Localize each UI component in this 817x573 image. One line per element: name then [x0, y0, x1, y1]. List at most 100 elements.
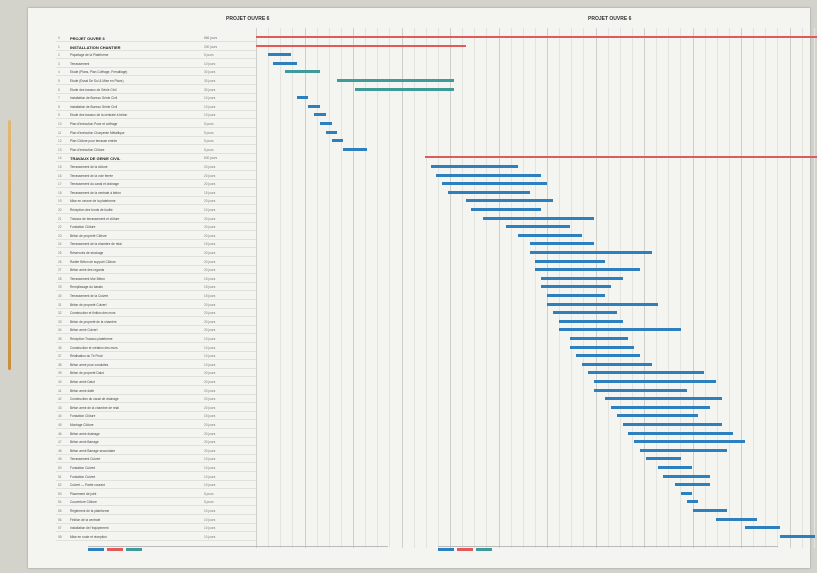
- task-row[interactable]: 51 Fondation Culvert 10 jours: [56, 473, 256, 481]
- task-row[interactable]: 35 Réception Travaux plateforme 10 jours: [56, 335, 256, 343]
- task-bar[interactable]: [547, 294, 606, 297]
- task-row[interactable]: 20 Réception des fonds de fouille 10 jours: [56, 206, 256, 214]
- task-row[interactable]: 54 Couverture Clôture 5 jours: [56, 498, 256, 507]
- task-bar[interactable]: [622, 423, 722, 426]
- task-bar[interactable]: [267, 53, 291, 57]
- task-bar[interactable]: [442, 182, 547, 186]
- task-bar[interactable]: [628, 431, 734, 435]
- task-bar[interactable]: [535, 268, 641, 272]
- task-row[interactable]: 40 Béton armé Dalot 20 jours: [56, 378, 256, 386]
- task-bar[interactable]: [296, 96, 309, 100]
- task-row[interactable]: 55 Réglement de la plateforme 10 jours: [56, 507, 256, 515]
- task-bar[interactable]: [715, 517, 757, 521]
- task-row[interactable]: 38 Béton armé pour conduites 10 jours: [56, 361, 256, 369]
- task-row[interactable]: 58 Mise en route et réception 10 jours: [56, 533, 256, 541]
- task-row[interactable]: 39 Béton de propreté Dalot 20 jours: [56, 369, 256, 378]
- task-bar[interactable]: [570, 345, 635, 349]
- task-bar[interactable]: [430, 165, 518, 168]
- task-bar[interactable]: [616, 414, 699, 418]
- task-bar[interactable]: [744, 526, 780, 530]
- task-row[interactable]: 10 Plan d'exécution Pose et coffrage 5 jou…: [56, 120, 256, 128]
- task-row[interactable]: 50 Fondation Culvert 10 jours: [56, 464, 256, 472]
- task-bar[interactable]: [535, 259, 606, 263]
- task-row[interactable]: 42 Construction du canal de drainage 20 jo…: [56, 395, 256, 404]
- task-bar[interactable]: [686, 500, 699, 504]
- task-bar[interactable]: [325, 130, 338, 134]
- task-row[interactable]: 53 Placement de joint 5 jours: [56, 490, 256, 498]
- task-bar[interactable]: [314, 113, 326, 117]
- task-bar[interactable]: [343, 147, 367, 151]
- task-bar[interactable]: [657, 466, 693, 469]
- task-row[interactable]: 23 Béton de propreté Clôture 20 jours: [56, 232, 256, 240]
- task-bar[interactable]: [448, 190, 530, 194]
- task-bar[interactable]: [354, 87, 454, 91]
- task-bar[interactable]: [529, 251, 652, 254]
- task-row[interactable]: 43 Béton armé de la chambre de relai 20 jo…: [56, 404, 256, 412]
- task-row[interactable]: 1 INSTALLATION CHANTIER 200 jours: [56, 43, 256, 51]
- task-bar[interactable]: [320, 122, 332, 125]
- task-bar[interactable]: [547, 302, 658, 306]
- task-bar[interactable]: [308, 104, 320, 108]
- task-row[interactable]: 22 Fondation Clôture 20 jours: [56, 223, 256, 232]
- task-bar[interactable]: [331, 139, 344, 143]
- task-row[interactable]: 13 Plan d'exécution Clôture 5 jours: [56, 146, 256, 154]
- task-row[interactable]: 29 Remplissage du bassin 15 jours: [56, 283, 256, 292]
- task-bar[interactable]: [663, 474, 710, 478]
- task-row[interactable]: 30 Terrassement de la Culvert 15 jours: [56, 292, 256, 300]
- task-bar[interactable]: [605, 397, 722, 401]
- task-row[interactable]: 45 Montage Clôture 20 jours: [56, 421, 256, 429]
- task-row[interactable]: 52 Culvert — Partie courant 10 jours: [56, 481, 256, 490]
- task-bar[interactable]: [581, 362, 652, 366]
- task-row[interactable]: 28 Terrassement Mur Béton 15 jours: [56, 275, 256, 283]
- task-row[interactable]: 21 Travaux de terrassement et clôture 20 j…: [56, 215, 256, 223]
- task-row[interactable]: 9 Etude des travaux de la centrale à béto…: [56, 111, 256, 120]
- task-bar[interactable]: [541, 276, 623, 280]
- task-row[interactable]: 24 Terrassement de la chambre de relai 15 …: [56, 240, 256, 249]
- task-bar[interactable]: [611, 405, 710, 409]
- task-row[interactable]: 3 Terrassement 10 jours: [56, 60, 256, 68]
- task-bar[interactable]: [576, 354, 641, 358]
- task-bar[interactable]: [645, 457, 681, 461]
- task-row[interactable]: 16 Terrassement de la voie ferrée 20 jours: [56, 172, 256, 180]
- task-bar[interactable]: [541, 285, 611, 289]
- task-row[interactable]: 27 Béton armé des regards 20 jours: [56, 266, 256, 275]
- task-row[interactable]: 8 Installation de Bureau Génie Civil 10 jo…: [56, 103, 256, 111]
- task-row[interactable]: 5 Etude (Essai De Sol & Mise en Place) 30 …: [56, 77, 256, 85]
- task-row[interactable]: 37 Réalisation du Tir Final 10 jours: [56, 352, 256, 361]
- task-row[interactable]: 0 PROJET OUVRE 6 866 jours: [56, 34, 256, 42]
- task-row[interactable]: 6 Etude des travaux de Génie Civil 30 jour…: [56, 86, 256, 94]
- task-row[interactable]: 49 Terrassement Culvert 10 jours: [56, 455, 256, 464]
- task-bar[interactable]: [593, 388, 687, 392]
- task-row[interactable]: 32 Construction et finition des murs 20 jo…: [56, 309, 256, 318]
- task-bar[interactable]: [552, 311, 617, 315]
- task-bar[interactable]: [593, 380, 716, 383]
- task-row[interactable]: 18 Terrassement de la centrale à béton 15 …: [56, 189, 256, 197]
- summary-bar[interactable]: [256, 36, 817, 38]
- task-row[interactable]: 26 Radier Béton de support Clôture 20 jour…: [56, 258, 256, 266]
- summary-bar[interactable]: [256, 44, 466, 47]
- task-bar[interactable]: [436, 173, 542, 177]
- task-bar[interactable]: [680, 491, 693, 495]
- task-bar[interactable]: [465, 199, 553, 203]
- task-row[interactable]: 57 Installation de l'équipement 10 jours: [56, 524, 256, 533]
- task-row[interactable]: 17 Terrassement du canal et drainage 20 jo…: [56, 180, 256, 189]
- task-row[interactable]: 56 Finition de la centrale 10 jours: [56, 516, 256, 524]
- task-row[interactable]: 2 Piquetage de la Plateforme 5 jours: [56, 51, 256, 60]
- task-bar[interactable]: [482, 216, 594, 220]
- task-row[interactable]: 19 Mise en oeuvre de la plateforme 20 jour…: [56, 197, 256, 206]
- task-bar[interactable]: [558, 328, 681, 332]
- task-row[interactable]: 33 Béton de propreté de la chambre 20 jour…: [56, 318, 256, 326]
- task-bar[interactable]: [640, 448, 728, 452]
- task-row[interactable]: 46 Béton armé drainage 20 jours: [56, 430, 256, 438]
- task-bar[interactable]: [285, 70, 320, 74]
- task-row[interactable]: 25 Réservoirs de stockage 20 jours: [56, 249, 256, 257]
- task-bar[interactable]: [517, 233, 582, 237]
- task-bar[interactable]: [529, 242, 594, 246]
- task-bar[interactable]: [779, 534, 815, 538]
- task-bar[interactable]: [506, 225, 571, 229]
- task-row[interactable]: 34 Béton armé Culvert 20 jours: [56, 326, 256, 335]
- task-bar[interactable]: [675, 483, 710, 487]
- task-row[interactable]: 44 Fondation Clôture 15 jours: [56, 412, 256, 421]
- task-row[interactable]: 14 TRAVAUX DE GENIE CIVIL 600 jours: [56, 154, 256, 163]
- task-row[interactable]: 4 Etude (Plans, Plan Coffrage, Ferraillag…: [56, 68, 256, 77]
